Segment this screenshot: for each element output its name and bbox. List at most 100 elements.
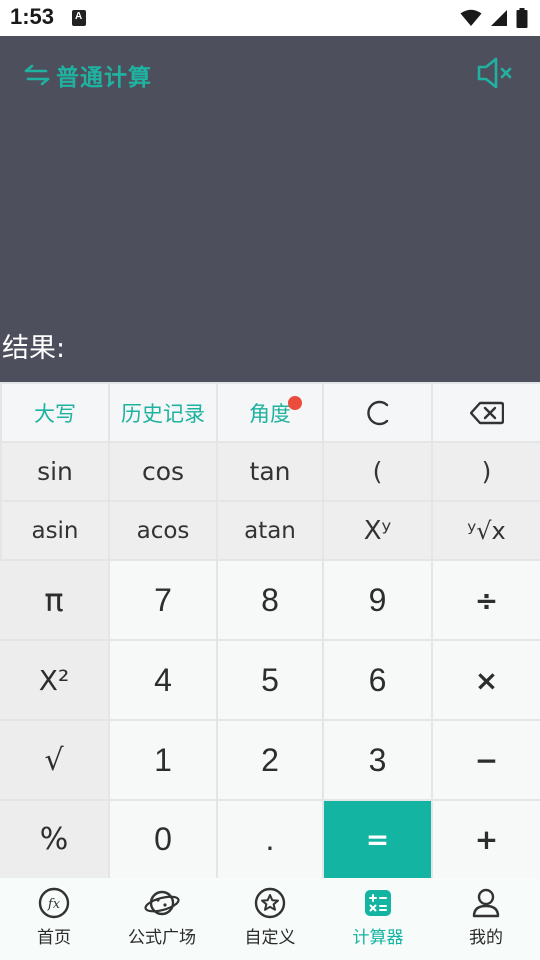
fx-icon: fx (38, 887, 70, 919)
status-time: 1:53 (10, 4, 55, 29)
key-label: % (39, 822, 69, 857)
wifi-icon (460, 9, 482, 26)
key-label: √ (44, 742, 64, 778)
key-label: . (265, 821, 275, 857)
asin-button[interactable]: asin (2, 502, 108, 559)
close-paren-button[interactable]: ) (433, 443, 540, 500)
history-button[interactable]: 历史记录 (110, 384, 216, 441)
keypad: 大写 历史记录 角度 sin cos tan ( ) asin acos ata… (0, 382, 540, 878)
key-label: 角度 (249, 401, 291, 426)
angle-mode-button[interactable]: 角度 (218, 384, 322, 441)
digit-8-button[interactable]: 8 (218, 561, 322, 639)
atan-button[interactable]: atan (218, 502, 322, 559)
power-button[interactable]: Xʸ (324, 502, 431, 559)
speaker-muted-icon (477, 57, 512, 89)
key-label: π (44, 581, 64, 619)
digit-2-button[interactable]: 2 (218, 721, 322, 799)
mode-label: 普通计算 (56, 65, 152, 91)
key-label: ) (481, 457, 492, 486)
key-label: acos (136, 517, 190, 544)
key-label: sin (37, 457, 73, 486)
key-label: 8 (261, 581, 279, 618)
nav-label: 首页 (37, 928, 71, 948)
key-label: atan (244, 517, 296, 544)
subtract-button[interactable]: − (433, 721, 540, 799)
mode-switch-button[interactable]: 普通计算 (24, 58, 152, 92)
equals-button[interactable]: = (324, 801, 431, 878)
nth-root-button[interactable]: ʸ√x (433, 502, 540, 559)
key-label: ( (372, 457, 383, 486)
signal-icon (491, 10, 507, 26)
divide-button[interactable]: ÷ (433, 561, 540, 639)
nav-item-profile[interactable]: 我的 (432, 878, 540, 960)
key-label: 7 (154, 581, 172, 618)
key-label: 5 (261, 661, 279, 698)
clear-c-icon (366, 400, 388, 425)
key-label: 0 (154, 821, 172, 857)
star-badge-icon (254, 887, 286, 919)
cos-button[interactable]: cos (110, 443, 216, 500)
digit-6-button[interactable]: 6 (324, 641, 431, 719)
digit-7-button[interactable]: 7 (110, 561, 216, 639)
key-label: 4 (154, 661, 172, 698)
nav-item-calculator[interactable]: 计算器 (324, 878, 432, 960)
battery-icon (516, 8, 528, 28)
key-label: ÷ (474, 583, 499, 617)
status-bar: 1:53 (0, 0, 540, 36)
decimal-point-button[interactable]: . (218, 801, 322, 878)
digit-0-button[interactable]: 0 (110, 801, 216, 878)
pi-button[interactable]: π (0, 561, 108, 639)
open-paren-button[interactable]: ( (324, 443, 431, 500)
sqrt-button[interactable]: √ (0, 721, 108, 799)
nav-label: 自定义 (244, 928, 296, 948)
nav-item-custom[interactable]: 自定义 (216, 878, 324, 960)
key-label: 6 (368, 661, 387, 698)
calculator-display: 普通计算 结果: (0, 36, 540, 382)
nav-item-home[interactable]: fx 首页 (0, 878, 108, 960)
key-label: 3 (368, 741, 387, 778)
key-label: 历史记录 (121, 401, 205, 426)
digit-4-button[interactable]: 4 (110, 641, 216, 719)
bottom-nav: fx 首页 公式广场 自定义 计算器 我的 (0, 878, 540, 960)
key-label: X² (38, 663, 70, 697)
nav-label: 计算器 (352, 928, 404, 948)
svg-text:fx: fx (47, 897, 61, 912)
backspace-button[interactable] (433, 384, 540, 441)
calculator-icon (365, 890, 391, 916)
key-label: cos (141, 457, 185, 486)
digit-9-button[interactable]: 9 (324, 561, 431, 639)
swap-arrows-icon (24, 64, 50, 86)
percent-button[interactable]: % (0, 801, 108, 878)
uppercase-button[interactable]: 大写 (2, 384, 108, 441)
acos-button[interactable]: acos (110, 502, 216, 559)
key-label: × (474, 663, 499, 697)
user-icon (472, 888, 500, 918)
key-label: = (365, 823, 390, 856)
clear-button[interactable] (324, 384, 431, 441)
result-label: 结果: (2, 333, 66, 364)
digit-3-button[interactable]: 3 (324, 721, 431, 799)
key-label: Xʸ (363, 515, 392, 546)
key-label: asin (31, 517, 79, 544)
multiply-button[interactable]: × (433, 641, 540, 719)
key-label: + (474, 823, 499, 856)
nav-label: 我的 (469, 928, 503, 948)
backspace-icon (469, 401, 504, 424)
nav-item-formula-square[interactable]: 公式广场 (108, 878, 216, 960)
sin-button[interactable]: sin (2, 443, 108, 500)
key-label: 2 (261, 741, 279, 778)
planet-icon (144, 890, 180, 916)
tan-button[interactable]: tan (218, 443, 322, 500)
digit-5-button[interactable]: 5 (218, 641, 322, 719)
notification-a-icon (72, 10, 86, 26)
key-label: 1 (154, 741, 172, 778)
key-label: 9 (368, 581, 387, 618)
notification-dot (288, 396, 302, 410)
key-label: tan (249, 457, 291, 486)
status-icons (460, 6, 528, 30)
digit-1-button[interactable]: 1 (110, 721, 216, 799)
key-label: ʸ√x (467, 516, 506, 545)
square-button[interactable]: X² (0, 641, 108, 719)
add-button[interactable]: + (433, 801, 540, 878)
sound-toggle-button[interactable] (476, 56, 514, 90)
